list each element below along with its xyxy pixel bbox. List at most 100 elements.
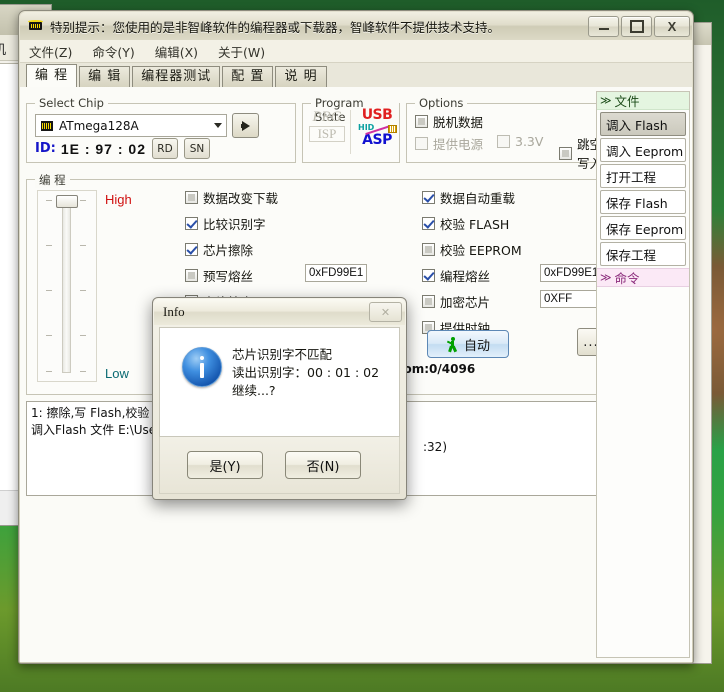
verify-eeprom-label: 校验 EEPROM — [440, 243, 522, 258]
download-on-change-label: 数据改变下载 — [203, 191, 279, 206]
check-lock-chip[interactable]: 加密芯片 — [422, 292, 490, 311]
window-controls: X — [588, 15, 690, 37]
dialog-no-button[interactable]: 否(N) — [285, 451, 361, 479]
provide-power-checkbox[interactable] — [415, 137, 428, 150]
sidebar-item-save-project[interactable]: 保存工程 — [600, 242, 686, 266]
sidebar-item-load-eeprom[interactable]: 调入 Eeprom — [600, 138, 686, 162]
check-auto-reload-data[interactable]: 数据自动重载 — [422, 188, 515, 207]
lock-chip-label: 加密芯片 — [440, 295, 491, 310]
auto-reload-data-checkbox[interactable] — [422, 191, 435, 204]
slider-low-label: Low — [105, 366, 129, 381]
chip-id-row: ID: 1E : 97 : 02 RD SN — [35, 138, 210, 159]
chevron-down-icon[interactable] — [209, 116, 226, 135]
dialog-yes-button[interactable]: 是(Y) — [187, 451, 263, 479]
minimize-button[interactable] — [588, 15, 619, 37]
lock-hex-field[interactable]: 0XFF — [540, 290, 602, 308]
check-prewrite-fuse[interactable]: 预写熔丝 — [185, 266, 253, 285]
prg-isp-indicator: PRG ISP — [309, 110, 345, 142]
arrow-right-icon — [240, 120, 250, 131]
program-state-group: Program State PRG ISP USB HID ASP — [302, 96, 400, 163]
menu-command[interactable]: 命令(Y) — [89, 41, 137, 62]
prewrite-fuse-checkbox[interactable] — [185, 269, 198, 282]
fuse-slider[interactable] — [37, 190, 97, 382]
command-group-header[interactable]: ≫ 命令 — [597, 268, 689, 287]
tab-programmer-test[interactable]: 编程器测试 — [132, 66, 221, 87]
options-group: Options 脱机数据 提供电源 3.3V 跳空写入 — [406, 96, 608, 171]
programming-caption: 编 程 — [35, 172, 70, 188]
check-download-on-change[interactable]: 数据改变下载 — [185, 188, 278, 207]
offline-data-label: 脱机数据 — [433, 115, 484, 130]
close-button[interactable]: X — [654, 15, 690, 37]
tab-config[interactable]: 配 置 — [222, 66, 274, 87]
dialog-message-line2: 读出识别字：00 : 01 : 02 — [232, 365, 380, 380]
options-caption: Options — [415, 96, 468, 110]
sidebar-item-save-eeprom[interactable]: 保存 Eeprom — [600, 216, 686, 240]
option-offline-data[interactable]: 脱机数据 — [415, 112, 483, 131]
menu-edit[interactable]: 编辑(X) — [152, 41, 201, 62]
dialog-message-line3: 继续...? — [232, 383, 276, 398]
check-chip-erase[interactable]: 芯片擦除 — [185, 240, 253, 259]
chip-id-label: ID: — [35, 141, 56, 156]
dialog-footer: 是(Y) 否(N) — [159, 437, 400, 494]
prewrite-fuse-hex-field[interactable]: 0xFD99E1 — [305, 264, 367, 282]
dialog-message-line1: 芯片识别字不匹配 — [232, 347, 333, 362]
program-fuse-checkbox[interactable] — [422, 269, 435, 282]
tab-help[interactable]: 说 明 — [275, 66, 327, 87]
sidebar-item-load-flash[interactable]: 调入 Flash — [600, 112, 686, 136]
voltage-33v-checkbox[interactable] — [497, 135, 510, 148]
isp-label: ISP — [309, 126, 345, 142]
lock-chip-checkbox[interactable] — [422, 295, 435, 308]
prg-label: PRG — [312, 109, 342, 125]
menubar: 文件(Z) 命令(Y) 编辑(X) 关于(W) — [20, 40, 692, 63]
chip-select-combo[interactable]: ATmega128A — [35, 114, 227, 137]
download-on-change-checkbox[interactable] — [185, 191, 198, 204]
menu-about[interactable]: 关于(W) — [215, 41, 268, 62]
maximize-button[interactable] — [621, 15, 652, 37]
auto-button[interactable]: 自动 — [427, 330, 509, 358]
voltage-33v-label: 3.3V — [515, 134, 544, 149]
compare-signature-label: 比较识别字 — [203, 217, 266, 232]
task-panel: ≫ 文件 调入 Flash 调入 Eeprom 打开工程 保存 Flash 保存… — [596, 91, 690, 658]
chip-erase-checkbox[interactable] — [185, 243, 198, 256]
check-compare-signature[interactable]: 比较识别字 — [185, 214, 266, 233]
option-provide-power[interactable]: 提供电源 — [415, 134, 483, 153]
chip-id-value: 1E : 97 : 02 — [60, 140, 146, 157]
program-fuse-label: 编程熔丝 — [440, 269, 491, 284]
provide-power-label: 提供电源 — [433, 137, 484, 152]
tab-program[interactable]: 编 程 — [26, 64, 78, 88]
option-33v[interactable]: 3.3V — [497, 134, 543, 149]
dialog-titlebar[interactable]: Info ✕ — [154, 299, 405, 325]
sidebar-item-open-project[interactable]: 打开工程 — [600, 164, 686, 188]
select-chip-group: Select Chip ATmega128A ID: 1E : 97 : 02 … — [26, 96, 296, 163]
skip-blank-write-checkbox[interactable] — [559, 146, 572, 160]
check-verify-eeprom[interactable]: 校验 EEPROM — [422, 240, 522, 259]
menu-file[interactable]: 文件(Z) — [26, 41, 75, 62]
slider-high-label: High — [105, 192, 132, 207]
verify-eeprom-checkbox[interactable] — [422, 243, 435, 256]
slider-thumb[interactable] — [56, 195, 78, 208]
state-divider — [350, 110, 351, 154]
compare-signature-checkbox[interactable] — [185, 217, 198, 230]
command-group-label: 命令 — [614, 271, 640, 286]
tabstrip: 编 程 编 辑 编程器测试 配 置 说 明 — [20, 63, 692, 88]
verify-flash-checkbox[interactable] — [422, 217, 435, 230]
read-id-button[interactable]: RD — [151, 138, 178, 159]
offline-data-checkbox[interactable] — [415, 115, 428, 128]
check-program-fuse[interactable]: 编程熔丝 — [422, 266, 490, 285]
verify-flash-label: 校验 FLASH — [440, 217, 510, 232]
tab-edit[interactable]: 编 辑 — [79, 66, 131, 87]
slider-track[interactable] — [62, 199, 71, 373]
avr-chip-icon — [28, 19, 44, 33]
chip-go-button[interactable] — [232, 113, 259, 138]
sidebar-item-save-flash[interactable]: 保存 Flash — [600, 190, 686, 214]
chip-select-value: ATmega128A — [59, 118, 139, 133]
titlebar[interactable]: 特别提示：您使用的是非智峰软件的编程器或下载器，智峰软件不提供技术支持。 X — [20, 12, 692, 40]
dialog-close-button[interactable]: ✕ — [369, 302, 402, 322]
file-group-label: 文件 — [614, 94, 640, 109]
file-group-header[interactable]: ≫ 文件 — [597, 92, 689, 110]
check-verify-flash[interactable]: 校验 FLASH — [422, 214, 509, 233]
fuse-hex-field[interactable]: 0xFD99E1 — [540, 264, 602, 282]
usb-hid-graphic: HID — [357, 123, 397, 135]
chevron-right-icon: ≫ — [600, 271, 612, 284]
serial-number-button[interactable]: SN — [183, 138, 210, 159]
